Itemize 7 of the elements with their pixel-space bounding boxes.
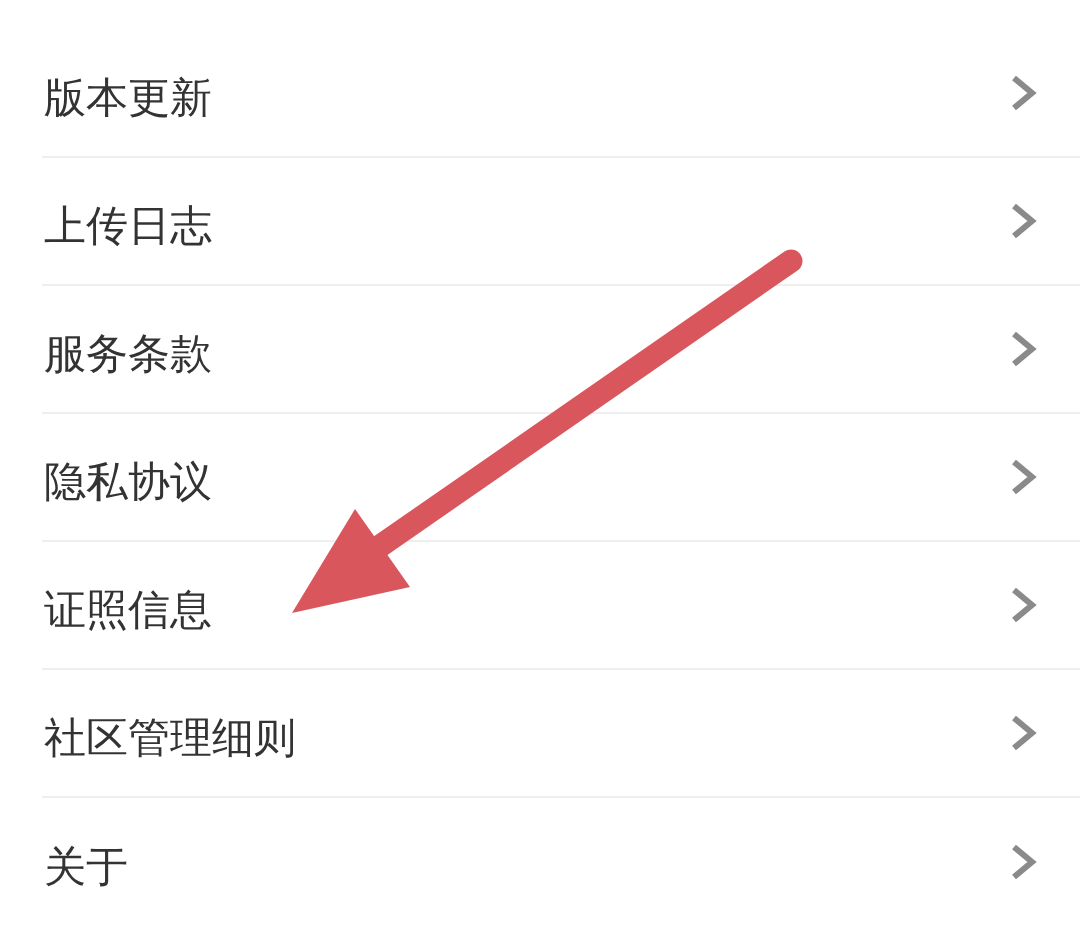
chevron-right-icon	[1011, 203, 1037, 239]
chevron-right-icon	[1011, 844, 1037, 880]
chevron-right-icon	[1011, 459, 1037, 495]
chevron-right-icon	[1011, 75, 1037, 111]
chevron-right-icon	[1011, 715, 1037, 751]
chevron-right-icon	[1011, 331, 1037, 367]
chevron-right-icon	[1011, 587, 1037, 623]
